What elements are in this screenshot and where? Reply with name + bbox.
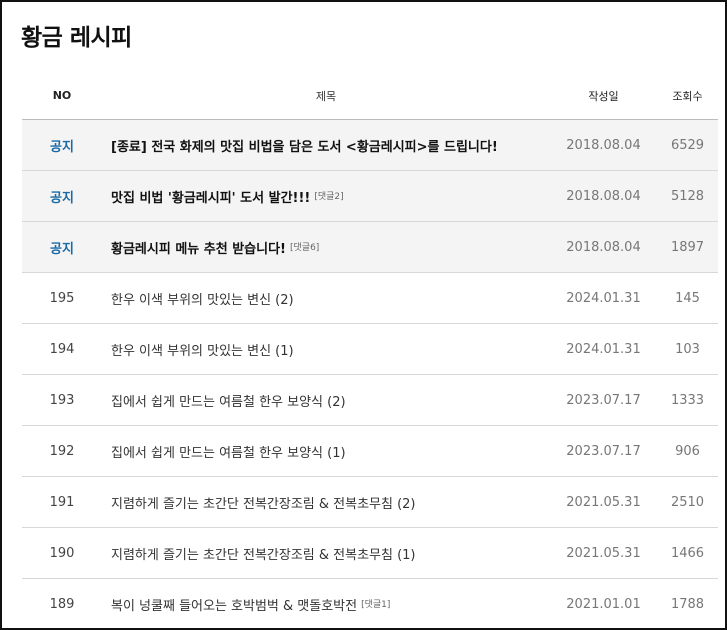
post-number: 193 [49,392,75,408]
post-views: 2510 [670,494,705,510]
notice-row: 공지 맛집 비법 '황금레시피' 도서 발간!!! [댓글2] 2018.08.0… [22,171,718,222]
post-date: 2024.01.31 [566,341,641,357]
post-views: 103 [675,341,700,357]
post-views: 145 [675,290,700,306]
post-date: 2021.05.31 [566,494,641,510]
post-number: 189 [49,596,75,612]
header-views: 조회수 [672,89,703,103]
table-row: 193 집에서 쉽게 만드는 여름철 한우 보양식 (2) 2023.07.17… [22,375,718,426]
post-number: 194 [49,341,75,357]
reply-count: [댓글2] [314,191,344,202]
post-number: 190 [49,545,75,561]
post-title-link[interactable]: [종료] 전국 화제의 맛집 비법을 담은 도서 <황금레시피>를 드립니다! [111,140,498,155]
notice-row: 공지 황금레시피 메뉴 추천 받습니다! [댓글6] 2018.08.04 189… [22,222,718,273]
post-title-link[interactable]: 집에서 쉽게 만드는 여름철 한우 보양식 (1) [111,446,346,461]
post-title-link[interactable]: 한우 이색 부위의 맛있는 변신 (2) [111,293,294,308]
table-row: 191 지렴하게 즐기는 초간단 전복간장조림 & 전복초무침 (2) 2021… [22,477,718,528]
post-views: 906 [675,443,700,459]
post-title-cell: 한우 이색 부위의 맛있는 변신 (2) [102,289,550,308]
post-date: 2021.05.31 [566,545,641,561]
post-date: 2024.01.31 [566,290,641,306]
post-title-cell: [종료] 전국 화제의 맛집 비법을 담은 도서 <황금레시피>를 드립니다! [102,136,550,155]
post-views: 1466 [670,545,705,561]
page-title: 황금 레시피 [21,25,132,51]
post-views: 6529 [670,137,705,153]
post-title-cell: 한우 이색 부위의 맛있는 변신 (1) [102,340,550,359]
post-title-cell: 지렴하게 즐기는 초간단 전복간장조림 & 전복초무침 (2) [102,493,550,512]
notice-row: 공지 [종료] 전국 화제의 맛집 비법을 담은 도서 <황금레시피>를 드립니… [22,120,718,171]
reply-count: [댓글1] [361,599,391,610]
table-header: NO 제목 작성일 조회수 [22,72,718,120]
header-no: NO [52,89,72,102]
table-row: 194 한우 이색 부위의 맛있는 변신 (1) 2024.01.31 103 [22,324,718,375]
table-row: 192 집에서 쉽게 만드는 여름철 한우 보양식 (1) 2023.07.17… [22,426,718,477]
post-title-link[interactable]: 복이 넝쿨째 들어오는 호박범벅 & 맷돌호박전 [111,599,357,614]
post-views: 1788 [670,596,705,612]
post-date: 2023.07.17 [566,443,641,459]
post-date: 2021.01.01 [566,596,641,612]
post-date: 2018.08.04 [566,239,641,255]
table-row: 190 지렴하게 즐기는 초간단 전복간장조림 & 전복초무침 (1) 2021… [22,528,718,579]
notice-badge: 공지 [50,241,74,257]
post-number: 195 [49,290,75,306]
post-number: 192 [49,443,75,459]
notice-badge: 공지 [50,190,74,206]
board-window: 황금 레시피 NO 제목 작성일 조회수 공지 [종료] 전국 화제의 맛집 비… [0,0,727,630]
post-title-link[interactable]: 지렴하게 즐기는 초간단 전복간장조림 & 전복초무침 (1) [111,548,416,563]
post-number: 191 [49,494,75,510]
header-date: 작성일 [588,89,619,103]
post-title-cell: 황금레시피 메뉴 추천 받습니다! [댓글6] [102,238,550,257]
post-title-cell: 집에서 쉽게 만드는 여름철 한우 보양식 (1) [102,442,550,461]
post-title-link[interactable]: 집에서 쉽게 만드는 여름철 한우 보양식 (2) [111,395,346,410]
post-title-cell: 맛집 비법 '황금레시피' 도서 발간!!! [댓글2] [102,187,550,206]
post-title-cell: 복이 넝쿨째 들어오는 호박범벅 & 맷돌호박전 [댓글1] [102,595,550,614]
post-title-cell: 지렴하게 즐기는 초간단 전복간장조림 & 전복초무침 (1) [102,544,550,563]
post-views: 1897 [670,239,705,255]
post-title-link[interactable]: 맛집 비법 '황금레시피' 도서 발간!!! [111,191,310,206]
header-title: 제목 [315,89,337,103]
post-views: 1333 [670,392,705,408]
table-row: 195 한우 이색 부위의 맛있는 변신 (2) 2024.01.31 145 [22,273,718,324]
reply-count: [댓글6] [290,242,320,253]
table-row: 189 복이 넝쿨째 들어오는 호박범벅 & 맷돌호박전 [댓글1] 2021.0… [22,579,718,628]
post-date: 2018.08.04 [566,137,641,153]
post-table: NO 제목 작성일 조회수 공지 [종료] 전국 화제의 맛집 비법을 담은 도… [22,72,718,628]
post-title-link[interactable]: 한우 이색 부위의 맛있는 변신 (1) [111,344,294,359]
post-date: 2018.08.04 [566,188,641,204]
post-title-link[interactable]: 황금레시피 메뉴 추천 받습니다! [111,242,286,257]
post-title-cell: 집에서 쉽게 만드는 여름철 한우 보양식 (2) [102,391,550,410]
post-title-link[interactable]: 지렴하게 즐기는 초간단 전복간장조림 & 전복초무침 (2) [111,497,416,512]
post-views: 5128 [670,188,705,204]
post-date: 2023.07.17 [566,392,641,408]
notice-badge: 공지 [50,139,74,155]
